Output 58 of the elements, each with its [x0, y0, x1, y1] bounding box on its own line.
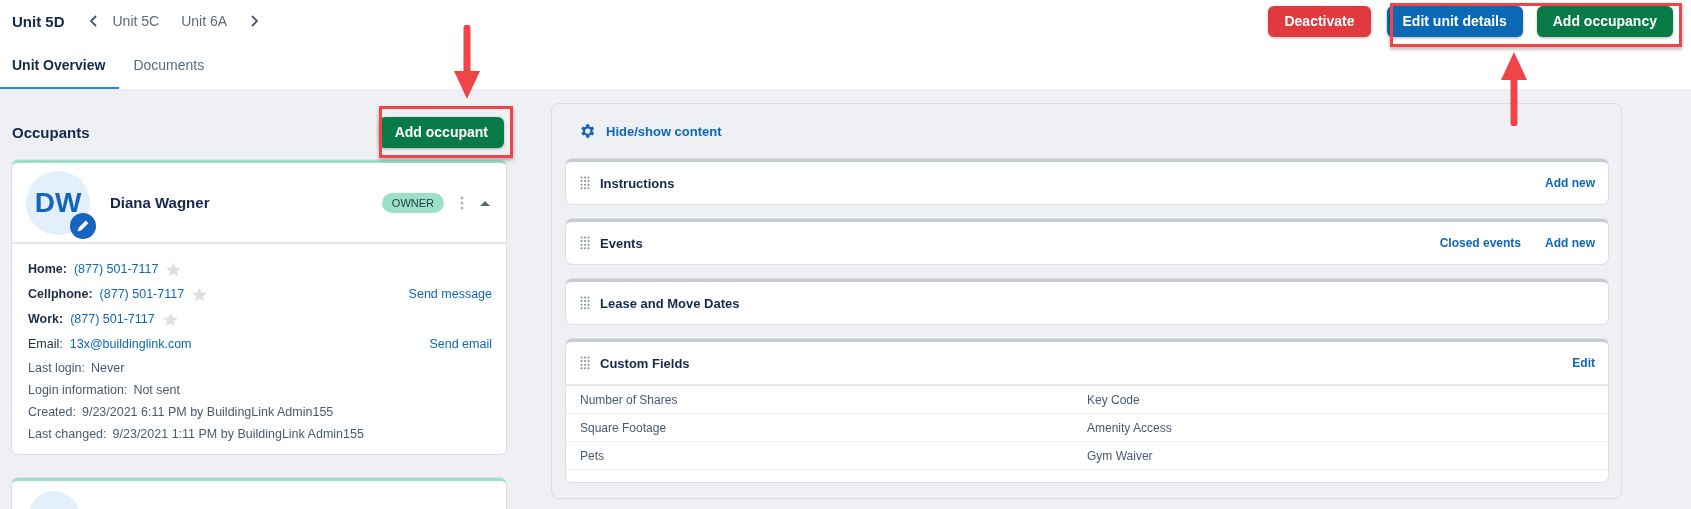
phone-label: Home:	[28, 262, 67, 276]
section-link[interactable]: Add new	[1545, 176, 1595, 190]
star-icon[interactable]	[165, 260, 183, 278]
send-message-link[interactable]: Send message	[408, 287, 492, 301]
info-value: Not sent	[133, 382, 180, 397]
initials: DW	[34, 186, 82, 219]
pencil-icon[interactable]	[70, 212, 96, 239]
section-title: Instructions	[600, 175, 675, 191]
info-value: 9/23/2021 6:11 PM by BuildingLink Admin155	[81, 404, 334, 419]
section-title: Events	[600, 235, 643, 251]
drag-handle-icon[interactable]	[580, 296, 590, 310]
info-value: Never	[91, 360, 125, 375]
tab[interactable]: Unit Overview	[0, 42, 120, 89]
field-label: Square Footage	[580, 420, 667, 435]
section-title: Custom Fields	[600, 355, 690, 371]
field-label: Number of Shares	[580, 392, 678, 407]
phone-label: Cellphone:	[28, 287, 93, 301]
field-label: Gym Waiver	[1087, 448, 1153, 463]
phone-link[interactable]: (877) 501-7117	[73, 262, 159, 276]
add-occupancy-button[interactable]: Add occupancy	[1536, 5, 1673, 37]
phone-link[interactable]: (877) 501-7117	[99, 287, 185, 301]
email-link[interactable]: 13x@buildinglink.com	[69, 337, 192, 351]
caret-icon[interactable]	[480, 199, 490, 206]
edit-unit-details-button[interactable]: Edit unit details	[1386, 5, 1523, 37]
info-label: Last login:	[28, 360, 85, 375]
phone-label: Work:	[28, 312, 64, 326]
info-label: Created:	[28, 404, 76, 419]
email-label: Email:	[28, 337, 63, 351]
star-icon[interactable]	[161, 310, 179, 328]
chevron-left-icon[interactable]	[88, 14, 99, 28]
owner-badge: OWNER	[381, 192, 444, 213]
deactivate-button[interactable]: Deactivate	[1268, 5, 1371, 37]
send-email-link[interactable]: Send email	[429, 337, 492, 351]
section-link[interactable]: Closed events	[1439, 236, 1521, 250]
section-link[interactable]: Add new	[1545, 236, 1595, 250]
phone-link[interactable]: (877) 501-7117	[70, 312, 155, 326]
field-label: Key Code	[1087, 392, 1140, 407]
occupant-name: Diana Wagner	[110, 194, 211, 211]
occupants-heading: Occupants	[12, 123, 90, 141]
more-icon[interactable]	[460, 195, 464, 210]
chevron-right-icon[interactable]	[249, 14, 260, 28]
section-link[interactable]: Edit	[1572, 356, 1595, 370]
field-label: Amenity Access	[1087, 420, 1172, 435]
drag-handle-icon[interactable]	[580, 176, 590, 190]
hide-show-content-link[interactable]: Hide/show content	[566, 114, 1608, 144]
star-icon[interactable]	[191, 285, 209, 303]
info-value: 9/23/2021 1:11 PM by BuildingLink Admin155	[112, 426, 364, 441]
field-label: Pets	[580, 448, 604, 463]
unit-title: Unit 5D	[12, 12, 65, 30]
avatar[interactable]: DW	[26, 170, 90, 235]
drag-handle-icon[interactable]	[580, 356, 590, 370]
info-label: Last changed:	[28, 426, 107, 441]
info-label: Login information:	[28, 382, 128, 397]
previous-unit-link[interactable]: Unit 5C	[112, 13, 160, 29]
next-unit-link[interactable]: Unit 6A	[181, 13, 228, 29]
section-title: Lease and Move Dates	[600, 295, 740, 311]
drag-handle-icon[interactable]	[580, 236, 590, 250]
tab[interactable]: Documents	[119, 42, 219, 89]
